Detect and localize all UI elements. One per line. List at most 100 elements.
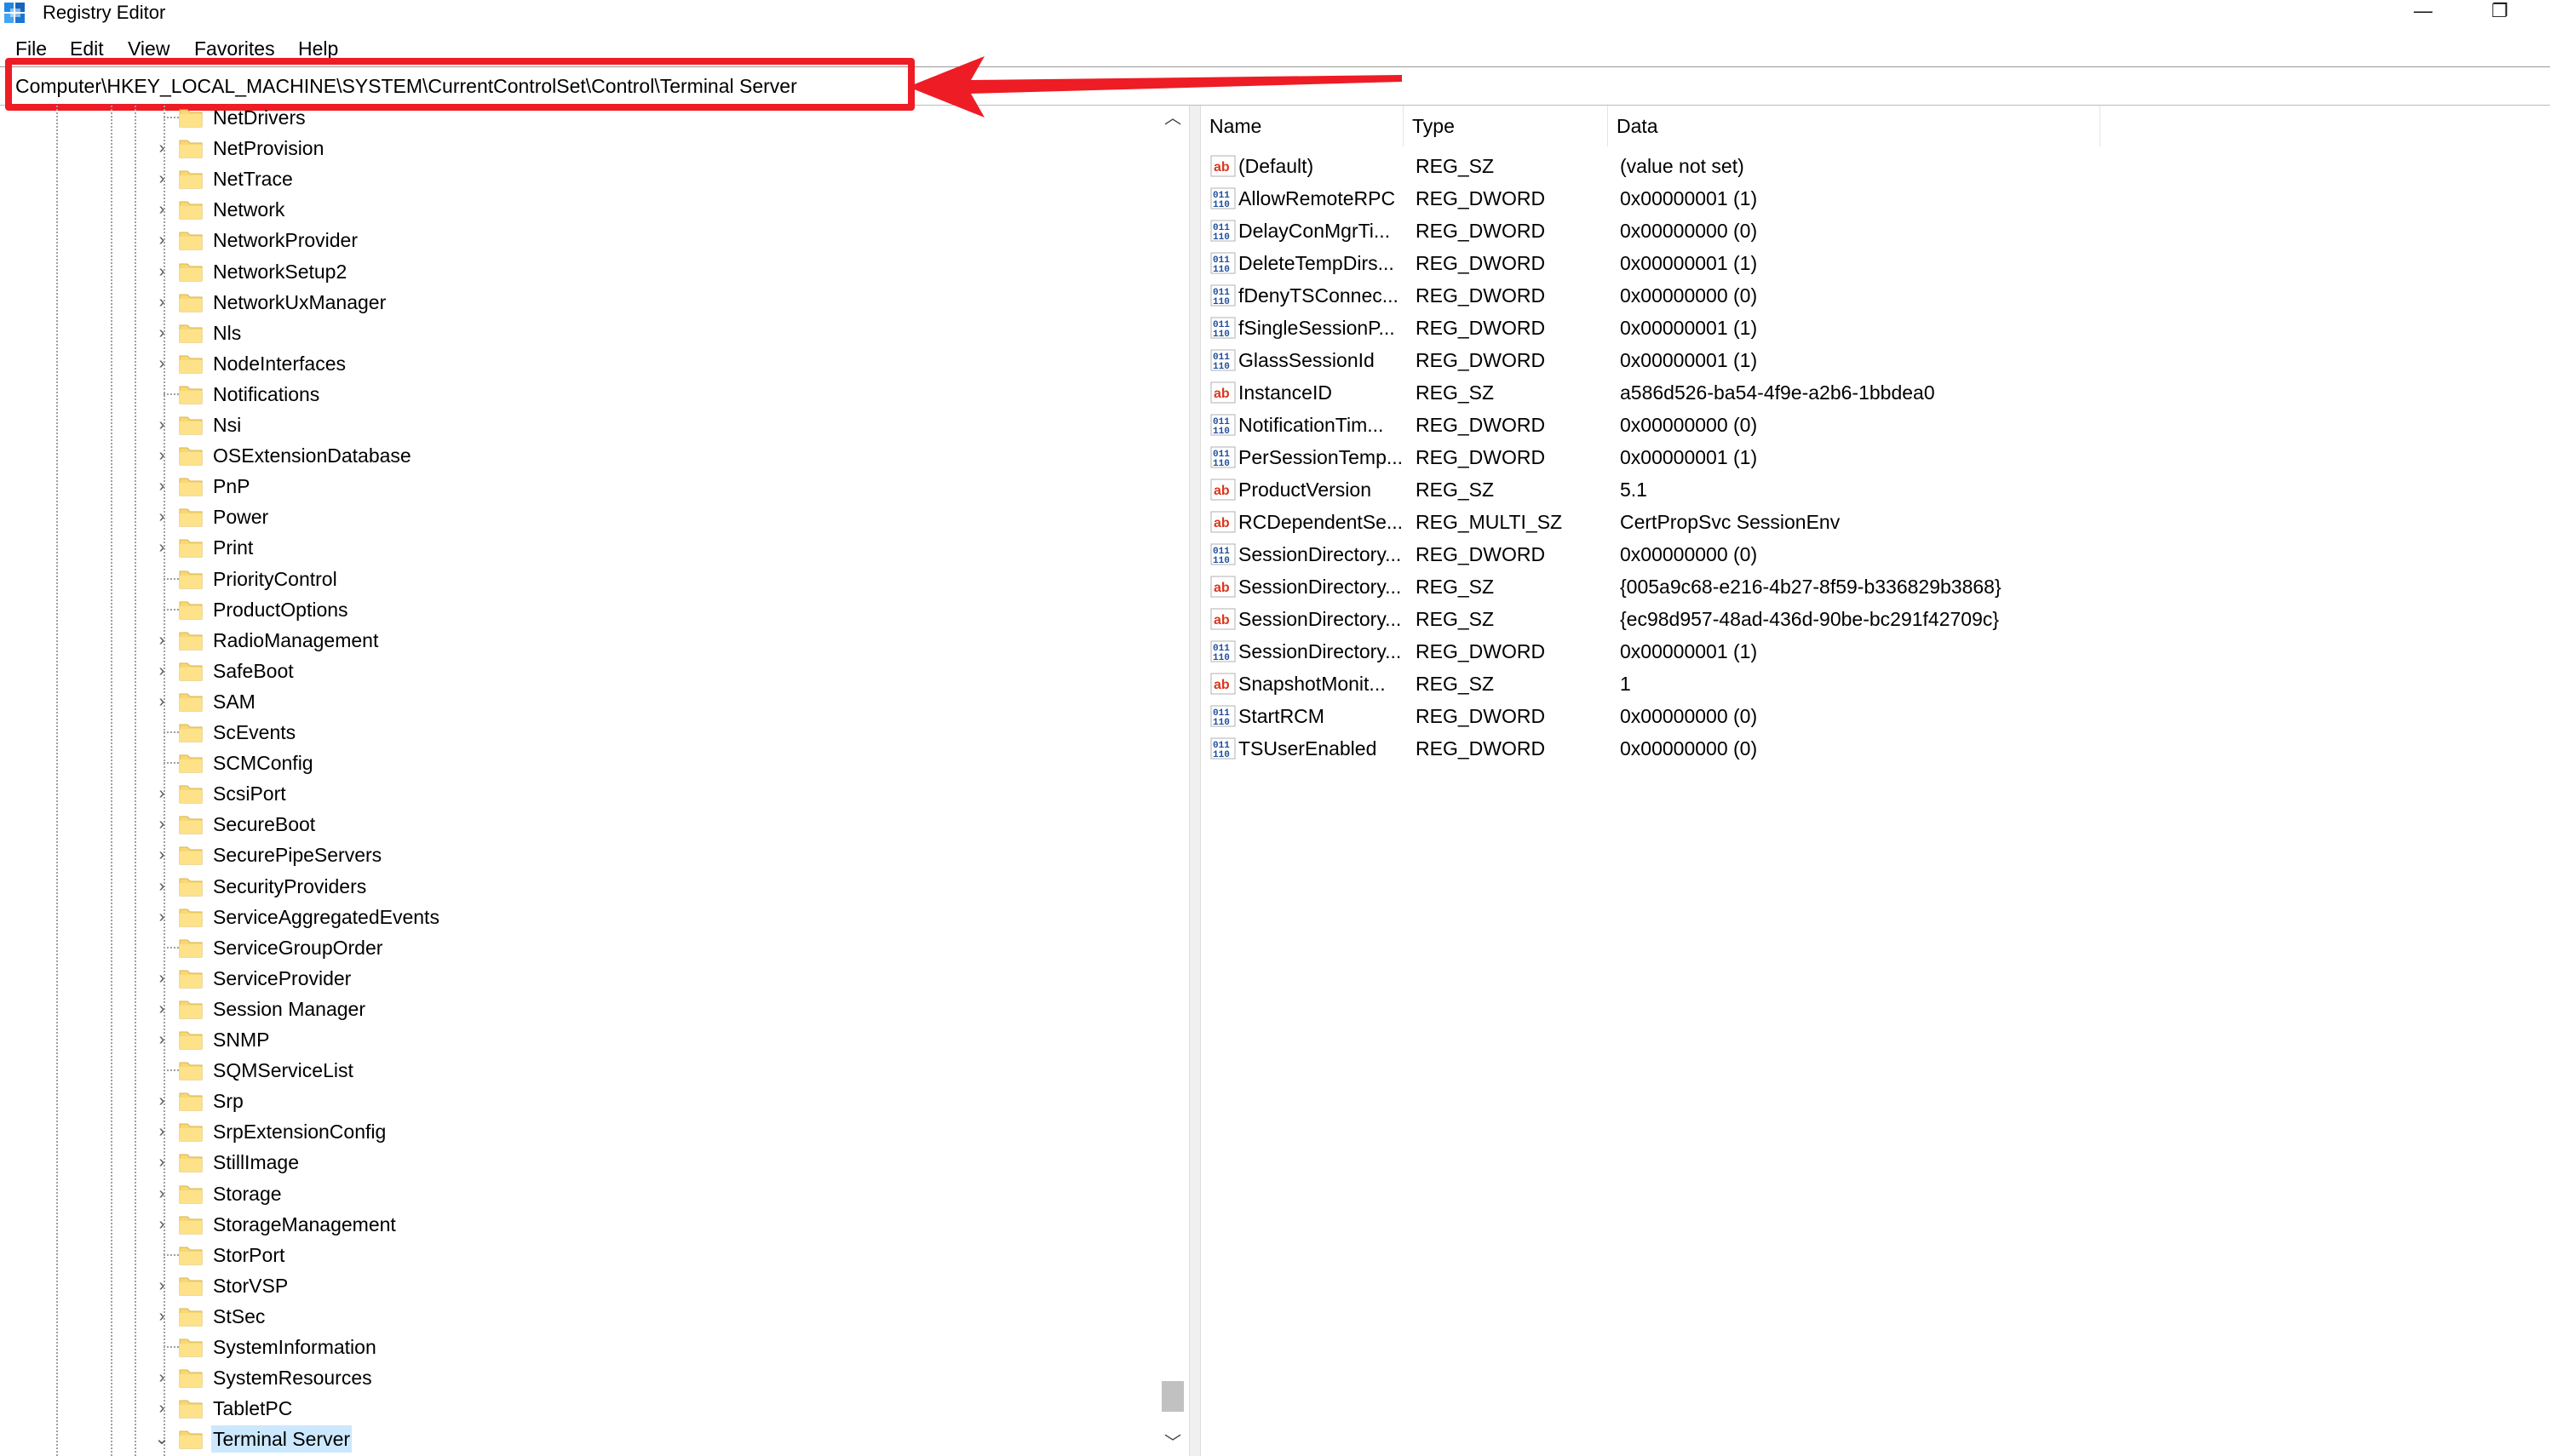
tree-item-label[interactable]: Storage bbox=[211, 1180, 284, 1207]
chevron-right-icon[interactable]: › bbox=[153, 814, 170, 834]
tree-item-label[interactable]: ScEvents bbox=[211, 719, 297, 746]
column-header-type[interactable]: Type bbox=[1404, 106, 1608, 146]
tree-item-label[interactable]: OSExtensionDatabase bbox=[211, 442, 413, 469]
chevron-right-icon[interactable]: › bbox=[153, 476, 170, 496]
tree-item-label[interactable]: ServiceAggregatedEvents bbox=[211, 903, 441, 931]
chevron-right-icon[interactable]: › bbox=[153, 415, 170, 435]
tree-item[interactable]: ⌄ Terminal Server bbox=[0, 1424, 1158, 1454]
tree-item-label[interactable]: Power bbox=[211, 503, 270, 530]
value-row[interactable]: ab ProductVersion REG_SZ 5.1 bbox=[1201, 473, 2550, 506]
value-row[interactable]: 011 110 StartRCM REG_DWORD 0x00000000 (0) bbox=[1201, 700, 2550, 732]
scroll-up-arrow-icon[interactable]: ︿ bbox=[1158, 106, 1187, 131]
tree-item[interactable]: › NetworkUxManager bbox=[0, 287, 1158, 318]
tree-item-label[interactable]: NetTrace bbox=[211, 165, 295, 192]
chevron-right-icon[interactable]: › bbox=[153, 537, 170, 558]
tree-item[interactable]: SCMConfig bbox=[0, 748, 1158, 778]
tree-item-label[interactable]: TabletPC bbox=[211, 1395, 294, 1422]
tree-item[interactable]: › Srp bbox=[0, 1086, 1158, 1116]
tree-item-label[interactable]: NodeInterfaces bbox=[211, 350, 347, 377]
tree-item[interactable]: NetDrivers bbox=[0, 106, 1158, 133]
tree-item[interactable]: › SrpExtensionConfig bbox=[0, 1116, 1158, 1147]
minimize-button[interactable]: — bbox=[2385, 0, 2461, 26]
chevron-right-icon[interactable]: › bbox=[153, 323, 170, 343]
tree-item-label[interactable]: StorVSP bbox=[211, 1272, 290, 1299]
tree-item-label[interactable]: RadioManagement bbox=[211, 627, 380, 654]
chevron-right-icon[interactable]: › bbox=[153, 1152, 170, 1172]
tree-item[interactable]: › StorageManagement bbox=[0, 1209, 1158, 1240]
chevron-right-icon[interactable]: › bbox=[153, 968, 170, 989]
chevron-down-icon[interactable]: ⌄ bbox=[153, 1429, 170, 1449]
chevron-right-icon[interactable]: › bbox=[153, 169, 170, 189]
value-row[interactable]: 011 110 fSingleSessionP... REG_DWORD 0x00000… bbox=[1201, 312, 2550, 344]
value-row[interactable]: 011 110 SessionDirectory... REG_DWORD 0x0000… bbox=[1201, 635, 2550, 668]
value-row[interactable]: 011 110 fDenyTSConnec... REG_DWORD 0x0000000… bbox=[1201, 279, 2550, 312]
tree-item[interactable]: › SafeBoot bbox=[0, 656, 1158, 686]
chevron-right-icon[interactable]: › bbox=[153, 353, 170, 374]
value-row[interactable]: 011 110 NotificationTim... REG_DWORD 0x00000… bbox=[1201, 409, 2550, 441]
chevron-right-icon[interactable]: › bbox=[153, 230, 170, 250]
value-row[interactable]: ab SnapshotMonit... REG_SZ 1 bbox=[1201, 668, 2550, 700]
tree-item-label[interactable]: PriorityControl bbox=[211, 565, 339, 593]
tree-item[interactable]: › Session Manager bbox=[0, 994, 1158, 1024]
tree-item-label[interactable]: SecurityProviders bbox=[211, 873, 368, 900]
tree-item[interactable]: › Nls bbox=[0, 318, 1158, 348]
value-row[interactable]: 011 110 DelayConMgrTi... REG_DWORD 0x0000000… bbox=[1201, 215, 2550, 247]
tree-item[interactable]: › TabletPC bbox=[0, 1393, 1158, 1424]
chevron-right-icon[interactable]: › bbox=[153, 1121, 170, 1142]
tree-item[interactable]: ProductOptions bbox=[0, 594, 1158, 625]
tree-item[interactable]: › NetTrace bbox=[0, 163, 1158, 194]
tree-item-label[interactable]: SNMP bbox=[211, 1026, 271, 1053]
value-row[interactable]: 011 110 DeleteTempDirs... REG_DWORD 0x000000… bbox=[1201, 247, 2550, 279]
chevron-right-icon[interactable]: › bbox=[153, 1214, 170, 1235]
chevron-right-icon[interactable]: › bbox=[153, 1367, 170, 1388]
chevron-right-icon[interactable]: › bbox=[153, 261, 170, 282]
value-row[interactable]: ab (Default) REG_SZ (value not set) bbox=[1201, 150, 2550, 182]
value-row[interactable]: 011 110 PerSessionTemp... REG_DWORD 0x000000… bbox=[1201, 441, 2550, 473]
chevron-right-icon[interactable]: › bbox=[153, 999, 170, 1019]
tree-item[interactable]: › RadioManagement bbox=[0, 625, 1158, 656]
tree-item[interactable]: › StillImage bbox=[0, 1147, 1158, 1178]
column-header-name[interactable]: Name bbox=[1201, 106, 1404, 146]
tree-item[interactable]: › Network bbox=[0, 194, 1158, 225]
value-row[interactable]: ab InstanceID REG_SZ a586d526-ba54-4f9e-a2b… bbox=[1201, 376, 2550, 409]
tree-item-label[interactable]: NetworkProvider bbox=[211, 226, 359, 254]
tree-item-label[interactable]: ServiceGroupOrder bbox=[211, 934, 384, 961]
chevron-right-icon[interactable]: › bbox=[153, 292, 170, 312]
tree-item-label[interactable]: PnP bbox=[211, 473, 251, 500]
chevron-right-icon[interactable]: › bbox=[153, 630, 170, 651]
tree-item-label[interactable]: SecurePipeServers bbox=[211, 841, 383, 868]
tree-item[interactable]: › NetProvision bbox=[0, 133, 1158, 163]
chevron-right-icon[interactable]: › bbox=[153, 1091, 170, 1111]
tree-item[interactable]: › Print bbox=[0, 532, 1158, 563]
chevron-right-icon[interactable]: › bbox=[153, 907, 170, 927]
tree-item[interactable]: StorPort bbox=[0, 1240, 1158, 1270]
value-row[interactable]: ab SessionDirectory... REG_SZ {ec98d957-48a… bbox=[1201, 603, 2550, 635]
tree-item-label[interactable]: NetProvision bbox=[211, 135, 325, 162]
tree-item-label[interactable]: SafeBoot bbox=[211, 657, 296, 685]
tree-item-label[interactable]: Nsi bbox=[211, 411, 243, 439]
tree-item[interactable]: › NetworkSetup2 bbox=[0, 256, 1158, 287]
tree-item-label[interactable]: Session Manager bbox=[211, 995, 367, 1023]
chevron-right-icon[interactable]: › bbox=[153, 445, 170, 466]
chevron-right-icon[interactable]: › bbox=[153, 1306, 170, 1327]
tree-item-label[interactable]: Srp bbox=[211, 1087, 245, 1115]
tree-item-label[interactable]: Network bbox=[211, 196, 286, 223]
tree-item-label[interactable]: NetDrivers bbox=[211, 106, 307, 131]
tree-item-label[interactable]: Nls bbox=[211, 319, 243, 347]
tree-item[interactable]: › ServiceProvider bbox=[0, 963, 1158, 994]
tree-item[interactable]: › StorVSP bbox=[0, 1270, 1158, 1301]
chevron-right-icon[interactable]: › bbox=[153, 199, 170, 220]
chevron-right-icon[interactable]: › bbox=[153, 691, 170, 712]
value-row[interactable]: 011 110 SessionDirectory... REG_DWORD 0x0000… bbox=[1201, 538, 2550, 570]
tree-item-label[interactable]: SAM bbox=[211, 688, 257, 715]
tree-item-label[interactable]: SystemResources bbox=[211, 1364, 374, 1391]
tree-item[interactable]: › ServiceAggregatedEvents bbox=[0, 902, 1158, 932]
tree-item[interactable]: › NetworkProvider bbox=[0, 225, 1158, 255]
tree-item[interactable]: PriorityControl bbox=[0, 564, 1158, 594]
tree-item-label[interactable]: StillImage bbox=[211, 1149, 301, 1176]
value-row[interactable]: ab SessionDirectory... REG_SZ {005a9c68-e21… bbox=[1201, 570, 2550, 603]
tree-item[interactable]: › SystemResources bbox=[0, 1362, 1158, 1393]
tree-item-label[interactable]: SystemInformation bbox=[211, 1333, 378, 1361]
chevron-right-icon[interactable]: › bbox=[153, 1398, 170, 1419]
column-header-data[interactable]: Data bbox=[1608, 106, 2100, 146]
